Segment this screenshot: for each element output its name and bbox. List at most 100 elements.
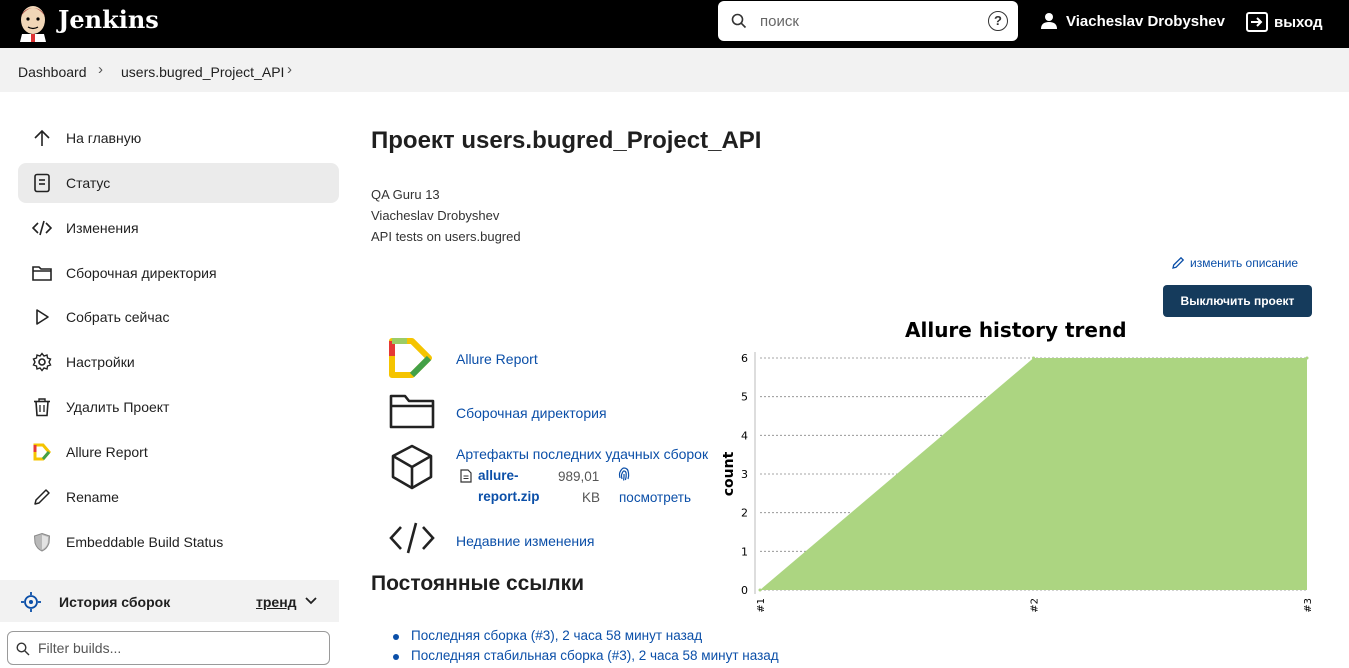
logout-link[interactable]: выход	[1246, 12, 1323, 32]
code-icon[interactable]	[389, 521, 435, 555]
sidebar-item-allure-report[interactable]: Allure Report	[18, 432, 339, 472]
sidebar-item-settings[interactable]: Настройки	[18, 342, 339, 382]
build-history-title: История сборок	[59, 594, 171, 610]
jenkins-logo-icon[interactable]	[16, 2, 50, 42]
disable-project-button[interactable]: Выключить проект	[1163, 285, 1312, 317]
description-line: QA Guru 13	[371, 187, 440, 202]
y-tick-label: 0	[741, 584, 748, 597]
document-icon	[34, 173, 50, 193]
trend-link[interactable]: тренд	[256, 594, 297, 610]
artifacts-link[interactable]: Артефакты последних удачных сборок	[456, 446, 708, 462]
y-tick-label: 6	[741, 352, 748, 365]
user-name: Viacheslav Drobyshev	[1066, 12, 1225, 30]
data-point[interactable]	[758, 588, 762, 592]
top-header: Jenkins ? Viacheslav Drobyshev выход	[0, 0, 1349, 48]
sidebar-item-label: Rename	[66, 489, 119, 505]
data-point[interactable]	[1032, 356, 1035, 360]
package-icon[interactable]	[390, 444, 434, 490]
help-icon[interactable]: ?	[988, 11, 1008, 31]
artifact-file-link[interactable]: report.zip	[478, 489, 540, 504]
sidebar-item-build-now[interactable]: Собрать сейчас	[18, 297, 339, 337]
breadcrumb-chevron-icon[interactable]: ›	[98, 61, 103, 78]
permalinks-list: Последняя сборка (#3), 2 часа 58 минут н…	[393, 628, 779, 668]
x-tick-label: #2	[1030, 598, 1041, 613]
filter-builds[interactable]	[7, 631, 330, 665]
workspace-link[interactable]: Сборочная директория	[456, 405, 607, 421]
trash-icon	[34, 398, 50, 417]
y-axis-label: count	[721, 451, 737, 496]
logout-icon	[1246, 12, 1268, 32]
filter-builds-input[interactable]	[38, 640, 298, 656]
sidebar-item-label: Настройки	[66, 354, 135, 370]
logout-label: выход	[1274, 13, 1323, 31]
data-point[interactable]	[1305, 356, 1309, 360]
brand-title[interactable]: Jenkins	[58, 5, 159, 34]
gear-icon	[32, 352, 52, 372]
sidebar-item-label: Собрать сейчас	[66, 309, 170, 325]
sidebar-item-label: Изменения	[66, 220, 139, 236]
sidebar-item-status[interactable]: Статус	[18, 163, 339, 203]
play-icon	[36, 309, 49, 325]
search-input[interactable]	[760, 9, 970, 33]
permalink-item[interactable]: Последняя сборка (#3), 2 часа 58 минут н…	[393, 628, 779, 648]
artifact-size-unit: KB	[582, 490, 601, 505]
description-line: Viacheslav Drobyshev	[371, 208, 500, 223]
artifact-size: 989,01	[558, 469, 600, 484]
sidebar-item-workspace[interactable]: Сборочная директория	[18, 253, 339, 293]
y-tick-label: 5	[741, 391, 748, 404]
sidebar-item-label: Удалить Проект	[66, 399, 170, 415]
pencil-icon	[1172, 256, 1185, 269]
search-icon	[16, 642, 30, 656]
sidebar-item-label: Embeddable Build Status	[66, 534, 224, 550]
recent-changes-link[interactable]: Недавние изменения	[456, 533, 595, 549]
fingerprint-icon[interactable]	[617, 466, 631, 482]
sidebar-item-label: Статус	[66, 175, 111, 191]
shield-icon	[33, 532, 51, 552]
sidebar-item-delete[interactable]: Удалить Проект	[18, 387, 339, 427]
sidebar-item-label: На главную	[66, 130, 142, 146]
sidebar-item-label: Allure Report	[66, 444, 148, 460]
y-tick-label: 3	[741, 468, 748, 481]
permalinks-title: Постоянные ссылки	[371, 572, 585, 595]
folder-icon[interactable]	[389, 393, 435, 429]
chart-title: Allure history trend	[905, 318, 1127, 342]
sidebar-item-changes[interactable]: Изменения	[18, 208, 339, 248]
edit-description-link[interactable]: изменить описание	[1171, 256, 1298, 270]
x-tick-label: #3	[1303, 598, 1314, 613]
folder-icon	[32, 266, 52, 281]
chevron-down-icon[interactable]	[304, 595, 318, 607]
search-box[interactable]: ?	[718, 1, 1018, 41]
arrow-up-icon	[34, 129, 50, 146]
history-icon	[21, 592, 41, 612]
sidebar-item-embeddable-status[interactable]: Embeddable Build Status	[18, 522, 339, 562]
search-icon	[731, 13, 747, 29]
page-title: Проект users.bugred_Project_API	[371, 127, 762, 154]
artifact-view-link[interactable]: посмотреть	[619, 490, 691, 505]
area-series[interactable]	[760, 358, 1307, 590]
y-tick-label: 2	[741, 507, 748, 520]
build-history-header: История сборок тренд	[0, 580, 339, 622]
file-icon	[460, 469, 472, 483]
permalink-item[interactable]: Последняя стабильная сборка (#3), 2 часа…	[393, 648, 779, 668]
code-icon	[32, 220, 52, 236]
sidebar-item-rename[interactable]: Rename	[18, 477, 339, 517]
pencil-icon	[34, 489, 50, 505]
sidebar-item-label: Сборочная директория	[66, 265, 217, 281]
breadcrumb-project[interactable]: users.bugred_Project_API	[121, 64, 284, 80]
allure-trend-chart[interactable]: 0 1 2 3 4 5 6 #1 #2 #3 count	[715, 340, 1320, 625]
edit-description-label: изменить описание	[1190, 256, 1299, 270]
sidebar-item-home[interactable]: На главную	[18, 118, 339, 158]
breadcrumb-dashboard[interactable]: Dashboard	[18, 64, 87, 80]
breadcrumb-chevron-icon[interactable]: ›	[287, 61, 292, 78]
y-tick-label: 4	[741, 429, 748, 442]
artifact-file-link[interactable]: allure-	[478, 468, 519, 483]
y-tick-label: 1	[741, 545, 748, 558]
description-line: API tests on users.bugred	[371, 229, 521, 244]
user-icon	[1041, 13, 1057, 29]
allure-icon[interactable]	[389, 338, 433, 378]
user-menu[interactable]: Viacheslav Drobyshev	[1040, 12, 1225, 30]
allure-report-link[interactable]: Allure Report	[456, 351, 538, 367]
x-tick-label: #1	[756, 598, 767, 613]
allure-icon	[33, 443, 51, 461]
breadcrumb: Dashboard › users.bugred_Project_API ›	[0, 48, 1349, 92]
